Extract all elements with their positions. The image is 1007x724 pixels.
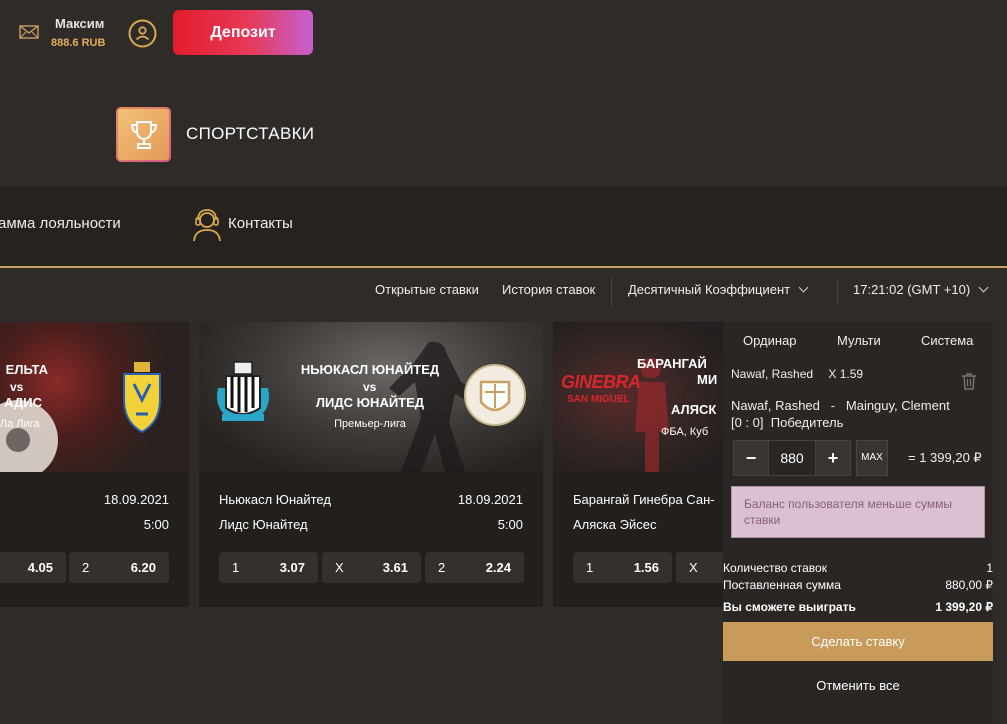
odds-label: 2 — [438, 560, 446, 575]
odds-value: 6.20 — [130, 560, 156, 575]
event-banner: НЬЮКАСЛ ЮНАЙТЕД vs ЛИДС ЮНАЙТЕД Премьер-… — [199, 322, 543, 472]
event-card[interactable]: ЕЛЬТА vs АДИС Ла Лига 18.09.2021 5:00 4.… — [0, 322, 189, 607]
deposit-button[interactable]: Депозит — [173, 10, 313, 55]
bets-toolbar: Открытые ставки История ставок Десятичны… — [0, 270, 1007, 310]
event-card[interactable]: НЬЮКАСЛ ЮНАЙТЕД vs ЛИДС ЮНАЙТЕД Премьер-… — [199, 322, 543, 607]
open-bets-link[interactable]: Открытые ставки — [375, 282, 479, 297]
event-team-1: Ньюкасл Юнайтед — [219, 492, 331, 507]
banner-team-1: БАРАНГАЙ — [637, 356, 707, 371]
divider — [837, 278, 838, 306]
headset-support-icon — [193, 209, 221, 242]
newcastle-crest-icon — [217, 361, 269, 421]
banner-league: ФБА, Куб — [661, 426, 709, 438]
timezone-select[interactable]: 17:21:02 (GMT +10) — [853, 282, 989, 297]
event-date: 18.09.2021 — [103, 492, 169, 507]
user-profile-icon[interactable] — [128, 19, 157, 48]
banner-team-1: ЕЛЬТА — [5, 362, 48, 377]
event-time: 5:00 — [143, 517, 169, 532]
odds-button[interactable]: X 3.61 — [322, 552, 421, 583]
summary-stake-label: Поставленная сумма — [723, 578, 841, 592]
banner-league: Ла Лига — [0, 418, 40, 430]
odds-value: 2.24 — [485, 560, 511, 575]
event-team-2: Аляска Эйсес — [573, 517, 657, 532]
bet-match-info: Nawaf, Rashed - Mainguy, Clement [0 : 0]… — [731, 397, 981, 431]
bet-slip: Ординар Мульти Система Nawaf, Rashed X 1… — [723, 322, 993, 724]
stake-max-button[interactable]: MAX — [856, 440, 888, 476]
banner-team-1: НЬЮКАСЛ ЮНАЙТЕД — [300, 362, 440, 377]
stake-decrease-button[interactable]: − — [733, 440, 769, 476]
odds-format-select[interactable]: Десятичный Коэффициент — [628, 282, 809, 297]
chevron-down-icon — [978, 282, 989, 293]
banner-team-1-cont: МИ — [697, 372, 718, 387]
bet-selection-odds: X 1.59 — [828, 367, 864, 381]
summary-count-label: Количество ставок — [723, 561, 827, 575]
odds-button[interactable]: 2 2.24 — [425, 552, 524, 583]
sportsbook-title: СПОРТСТАВКИ — [186, 124, 315, 143]
stake-increase-button[interactable]: + — [815, 440, 851, 476]
potential-win: = 1 399,20 ₽ — [908, 450, 982, 465]
chevron-down-icon — [798, 282, 809, 293]
nav-loyalty-program[interactable]: амма лояльности — [0, 215, 121, 232]
cancel-all-button[interactable]: Отменить все — [723, 678, 993, 698]
divider — [611, 278, 612, 306]
tab-single[interactable]: Ординар — [743, 333, 797, 348]
odds-label: 2 — [82, 560, 90, 575]
page: Максим 888.6 RUB Депозит СПОРТСТАВКИ амм… — [0, 0, 1007, 724]
clock-time: 17:21:02 (GMT +10) — [853, 282, 971, 297]
odds-value: 1.56 — [633, 560, 659, 575]
banner-team-2: АДИС — [4, 395, 42, 410]
sportsbook-logo[interactable] — [116, 107, 171, 162]
leeds-crest-icon — [464, 364, 526, 426]
banner-league: Премьер-лига — [334, 418, 406, 430]
stake-input[interactable]: 880 — [769, 440, 815, 476]
odds-value: 4.05 — [27, 560, 53, 575]
event-team-2: Лидс Юнайтед — [219, 517, 308, 532]
bet-history-link[interactable]: История ставок — [502, 282, 595, 297]
event-card[interactable]: GINEBRA SAN MIGUEL БАРАНГАЙ МИ АЛЯСК ФБА… — [553, 322, 723, 607]
event-time: 5:00 — [497, 517, 523, 532]
tab-system[interactable]: Система — [921, 333, 973, 348]
odds-value: 3.61 — [382, 560, 408, 575]
odds-button[interactable]: 1 1.56 — [573, 552, 672, 583]
bet-match-line: Nawaf, Rashed - Mainguy, Clement — [731, 398, 950, 413]
bet-selection-header: Nawaf, Rashed X 1.59 — [731, 367, 863, 381]
bet-market-line: [0 : 0] Победитель — [731, 415, 844, 430]
event-team-1: Барангай Гинебра Сан- — [573, 492, 715, 507]
place-bet-button[interactable]: Сделать ставку — [723, 622, 993, 661]
nav-contacts[interactable]: Контакты — [228, 215, 293, 232]
tab-multi[interactable]: Мульти — [837, 333, 881, 348]
odds-value: 3.07 — [279, 560, 305, 575]
banner-vs: vs — [10, 380, 24, 394]
odds-button[interactable]: X — [676, 552, 723, 583]
odds-label: X — [689, 560, 698, 575]
odds-button[interactable]: 4.05 — [0, 552, 66, 583]
main-nav: амма лояльности Контакты — [0, 187, 1007, 268]
event-banner: ЕЛЬТА vs АДИС Ла Лига — [0, 322, 189, 472]
cadiz-crest-icon — [123, 362, 161, 434]
event-banner: GINEBRA SAN MIGUEL БАРАНГАЙ МИ АЛЯСК ФБА… — [553, 322, 723, 472]
odds-label: 1 — [232, 560, 240, 575]
odds-format-value: Десятичный Коэффициент — [628, 282, 791, 297]
bet-type-tabs: Ординар Мульти Система — [723, 322, 993, 360]
banner-vs: vs — [363, 380, 377, 394]
odds-button[interactable]: 1 3.07 — [219, 552, 318, 583]
summary-count-value: 1 — [986, 561, 993, 575]
odds-label: 1 — [586, 560, 594, 575]
trophy-icon — [130, 120, 157, 149]
banner-team-2: АЛЯСК — [671, 402, 717, 417]
user-balance: 888.6 RUB — [51, 37, 106, 49]
mail-icon[interactable] — [19, 24, 39, 40]
summary-win-label: Вы сможете выиграть — [723, 600, 856, 614]
summary-stake-value: 880,00 ₽ — [945, 578, 993, 592]
trash-icon[interactable] — [961, 372, 977, 390]
event-date: 18.09.2021 — [457, 492, 523, 507]
odds-button[interactable]: 2 6.20 — [69, 552, 169, 583]
user-name: Максим — [55, 16, 105, 31]
top-header: Максим 888.6 RUB Депозит — [0, 0, 1007, 70]
balance-warning: Баланс пользователя меньше суммы ставки — [731, 486, 985, 538]
banner-team-2: ЛИДС ЮНАЙТЕД — [315, 395, 425, 410]
odds-label: X — [335, 560, 344, 575]
summary-win-value: 1 399,20 ₽ — [935, 600, 993, 614]
bet-selection-name: Nawaf, Rashed — [731, 367, 814, 381]
